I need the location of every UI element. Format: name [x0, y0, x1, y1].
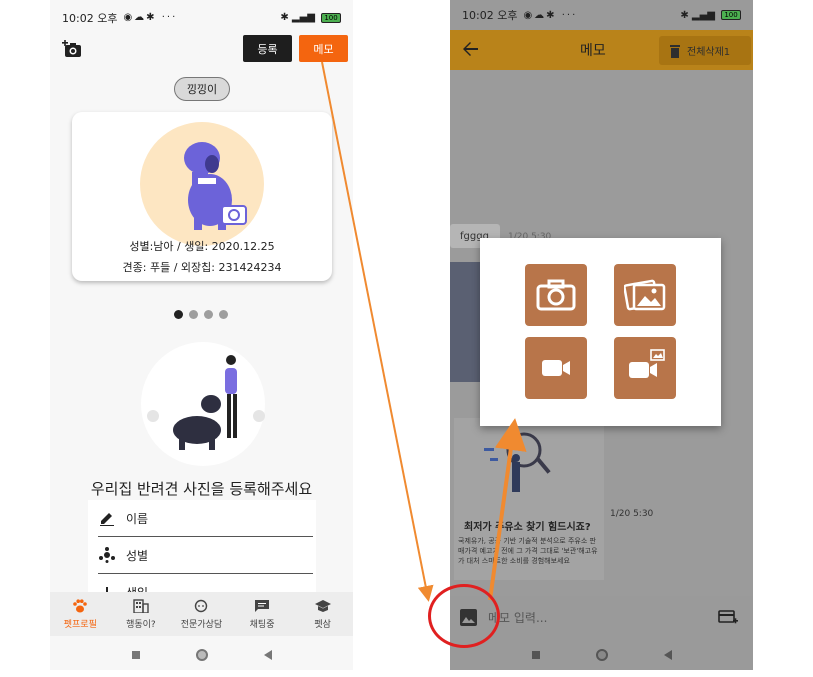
nav-label: 채팅중: [249, 620, 275, 630]
pencil-icon: [98, 509, 116, 527]
delete-all-button[interactable]: 전체삭제1: [659, 36, 751, 65]
delete-all-label: 전체삭제1: [687, 47, 731, 58]
carousel-dot[interactable]: [204, 310, 213, 319]
choose-photo-button[interactable]: [614, 264, 676, 326]
back-icon[interactable]: [263, 650, 272, 660]
carousel-dot[interactable]: [174, 310, 183, 319]
carousel-indicator: [174, 310, 228, 319]
system-navigation: [450, 640, 753, 670]
nav-label: 펫프로필: [63, 620, 97, 630]
register-illustration: [141, 342, 265, 466]
nav-pet-school[interactable]: 펫삼: [292, 592, 353, 636]
status-time: 10:02 오후: [462, 9, 518, 22]
battery-icon: 100: [721, 10, 741, 20]
signal-icons: ✱ ▂▄▆: [280, 12, 315, 23]
ad-banner[interactable]: 최저가 주유소 찾기 힘드시죠? 국제유가, 공공 기반 기술적 분석으로 주유…: [454, 418, 604, 580]
recents-icon[interactable]: [531, 651, 540, 659]
arrow-back-icon[interactable]: [462, 40, 480, 58]
memo-button[interactable]: 메모: [299, 35, 348, 62]
dog-illustration-icon: [184, 142, 247, 230]
nav-pet-profile[interactable]: 펫프로필: [50, 592, 111, 636]
right-phone-screen: 10:02 오후 ◉☁✱ ··· ✱ ▂▄▆ 100 메모 전체삭제1 fggg…: [450, 0, 753, 670]
nav-expert-consult[interactable]: 전문가상담: [171, 592, 232, 636]
nav-label: 행동이?: [126, 620, 156, 630]
take-photo-button[interactable]: [525, 264, 587, 326]
register-photo-prompt: 우리집 반려견 사진을 등록해주세요: [90, 480, 313, 498]
building-icon: [132, 598, 150, 614]
system-navigation: [50, 640, 353, 670]
status-bar: 10:02 오후 ◉☁✱ ··· ✱ ▂▄▆ 100: [450, 0, 753, 30]
gender-label: 성별: [126, 548, 149, 563]
home-icon[interactable]: [195, 649, 208, 661]
home-icon[interactable]: [595, 649, 608, 661]
video-gallery-icon: [629, 349, 665, 378]
add-card-icon[interactable]: [718, 609, 738, 627]
pet-breed-chip: 견종: 푸들 / 외장칩: 231424234: [122, 261, 282, 274]
recents-icon[interactable]: [131, 651, 140, 659]
bottom-navigation: 펫프로필 행동이? 전문가상담 채팅중 펫삼: [50, 592, 353, 636]
ad-illustration-icon: [484, 432, 551, 492]
name-field[interactable]: 이름: [98, 500, 313, 537]
choose-video-button[interactable]: [614, 337, 676, 399]
register-button[interactable]: 등록: [243, 35, 292, 62]
pet-name-chip[interactable]: 낑낑이: [174, 77, 230, 101]
status-time: 10:02 오후: [62, 11, 118, 25]
media-picker-dialog: [480, 238, 721, 426]
video-icon: [542, 360, 570, 376]
nav-behavior[interactable]: 행동이?: [111, 592, 172, 636]
status-right: ✱ ▂▄▆ 100: [280, 12, 341, 23]
name-label: 이름: [126, 511, 149, 526]
gallery-icon: [624, 279, 666, 311]
trash-icon: [670, 44, 680, 58]
memo-appbar: 메모 전체삭제1: [450, 30, 753, 70]
camera-icon: [536, 279, 576, 311]
memo-input[interactable]: [488, 606, 708, 630]
gender-icon: [98, 546, 116, 564]
page-title: 메모: [580, 43, 606, 59]
pet-info-form: 이름 성별 생일: [88, 500, 316, 600]
pet-avatar: [140, 122, 264, 246]
status-notification-icons: ◉☁✱ ···: [123, 12, 178, 23]
highlight-circle: [428, 584, 500, 648]
nav-label: 펫삼: [314, 620, 331, 630]
signal-icons: ✱ ▂▄▆: [680, 9, 715, 21]
person-with-dog-icon: [147, 355, 265, 450]
carousel-dot[interactable]: [189, 310, 198, 319]
school-icon: [314, 598, 332, 614]
gender-field[interactable]: 성별: [98, 537, 313, 574]
nav-chatting[interactable]: 채팅중: [232, 592, 293, 636]
profile-topbar: 등록 메모: [50, 35, 353, 67]
pet-profile-card[interactable]: 성별:남아 / 생일: 2020.12.25 견종: 푸들 / 외장칩: 231…: [72, 112, 332, 281]
status-notification-icons: ◉☁✱ ···: [523, 9, 578, 21]
battery-icon: 100: [321, 12, 341, 23]
pet-gender-birth: 성별:남아 / 생일: 2020.12.25: [129, 240, 275, 253]
status-right: ✱ ▂▄▆ 100: [680, 10, 741, 21]
back-icon[interactable]: [663, 650, 672, 660]
ad-title: 최저가 주유소 찾기 힘드시죠?: [464, 522, 591, 533]
nav-label: 전문가상담: [180, 620, 223, 630]
ad-body: 국제유가, 공공 기반 기술적 분석으로 주유소 판매가격 예고가 전에 그 가…: [458, 537, 598, 565]
add-photo-icon[interactable]: [62, 40, 82, 58]
memo-image-thumbnail[interactable]: [450, 262, 480, 382]
carousel-dot[interactable]: [219, 310, 228, 319]
left-phone-screen: 10:02 오후 ◉☁✱ ··· ✱ ▂▄▆ 100 등록 메모 낑낑이 성별:…: [50, 0, 353, 670]
memo-timestamp: 1/20 5:30: [610, 509, 654, 519]
chat-icon: [253, 598, 271, 614]
status-bar: 10:02 오후 ◉☁✱ ··· ✱ ▂▄▆ 100: [50, 0, 353, 35]
record-video-button[interactable]: [525, 337, 587, 399]
screenshot-canvas: 10:02 오후 ◉☁✱ ··· ✱ ▂▄▆ 100 등록 메모 낑낑이 성별:…: [0, 0, 813, 677]
paw-icon: [71, 598, 89, 614]
support-agent-icon: [192, 598, 210, 614]
